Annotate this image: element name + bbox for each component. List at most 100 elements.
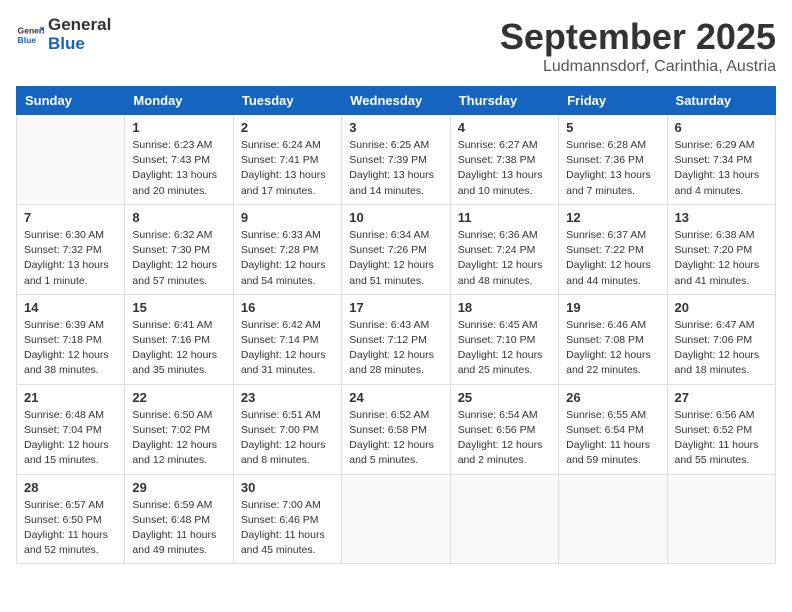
day-number: 24 [349,390,442,405]
day-number: 18 [458,300,551,315]
day-number: 25 [458,390,551,405]
day-number: 27 [675,390,768,405]
calendar-cell: 4 Sunrise: 6:27 AM Sunset: 7:38 PM Daylig… [450,115,558,205]
day-number: 14 [24,300,117,315]
day-number: 13 [675,210,768,225]
day-info: Sunrise: 6:33 AM Sunset: 7:28 PM Dayligh… [241,228,334,289]
day-info: Sunrise: 6:50 AM Sunset: 7:02 PM Dayligh… [132,408,225,469]
day-info: Sunrise: 6:59 AM Sunset: 6:48 PM Dayligh… [132,498,225,559]
col-header-wednesday: Wednesday [342,87,450,115]
day-number: 17 [349,300,442,315]
calendar-cell: 5Sunrise: 6:28 AM Sunset: 7:36 PM Daylig… [559,115,667,205]
calendar: SundayMondayTuesdayWednesdayThursdayFrid… [16,86,776,564]
calendar-cell: 24 Sunrise: 6:52 AM Sunset: 6:58 PM Dayli… [342,384,450,474]
day-info: Sunrise: 6:57 AM Sunset: 6:50 PM Dayligh… [24,498,117,559]
calendar-cell: 6Sunrise: 6:29 AM Sunset: 7:34 PM Daylig… [667,115,775,205]
day-number: 9 [241,210,334,225]
calendar-cell: 21 Sunrise: 6:48 AM Sunset: 7:04 PM Dayli… [17,384,125,474]
logo-icon: General Blue [16,21,44,49]
day-number: 5 [566,120,659,135]
location-title: Ludmannsdorf, Carinthia, Austria [500,58,776,76]
day-info: Sunrise: 6:37 AM Sunset: 7:22 PM Dayligh… [566,228,659,289]
day-info: Sunrise: 6:25 AM Sunset: 7:39 PM Dayligh… [349,138,442,199]
day-number: 29 [132,480,225,495]
col-header-sunday: Sunday [17,87,125,115]
day-number: 8 [132,210,225,225]
col-header-tuesday: Tuesday [233,87,341,115]
calendar-cell: 3 Sunrise: 6:25 AM Sunset: 7:39 PM Daylig… [342,115,450,205]
calendar-cell: 30Sunrise: 7:00 AM Sunset: 6:46 PM Dayli… [233,474,341,564]
day-number: 11 [458,210,551,225]
day-info: Sunrise: 6:55 AM Sunset: 6:54 PM Dayligh… [566,408,659,469]
day-number: 23 [241,390,334,405]
calendar-header-row: SundayMondayTuesdayWednesdayThursdayFrid… [17,87,776,115]
calendar-cell: 28 Sunrise: 6:57 AM Sunset: 6:50 PM Dayli… [17,474,125,564]
calendar-week-row: 14 Sunrise: 6:39 AM Sunset: 7:18 PM Dayli… [17,294,776,384]
calendar-cell: 9 Sunrise: 6:33 AM Sunset: 7:28 PM Daylig… [233,204,341,294]
calendar-cell: 12 Sunrise: 6:37 AM Sunset: 7:22 PM Dayli… [559,204,667,294]
calendar-cell: 8 Sunrise: 6:32 AM Sunset: 7:30 PM Daylig… [125,204,233,294]
day-info: Sunrise: 6:45 AM Sunset: 7:10 PM Dayligh… [458,318,551,379]
calendar-week-row: 21 Sunrise: 6:48 AM Sunset: 7:04 PM Dayli… [17,384,776,474]
day-number: 6 [675,120,768,135]
day-number: 20 [675,300,768,315]
title-area: September 2025 Ludmannsdorf, Carinthia, … [500,16,776,76]
calendar-cell: 20 Sunrise: 6:47 AM Sunset: 7:06 PM Dayli… [667,294,775,384]
day-info: Sunrise: 6:32 AM Sunset: 7:30 PM Dayligh… [132,228,225,289]
day-info: Sunrise: 6:23 AM Sunset: 7:43 PM Dayligh… [132,138,225,199]
col-header-thursday: Thursday [450,87,558,115]
day-number: 10 [349,210,442,225]
day-info: Sunrise: 6:34 AM Sunset: 7:26 PM Dayligh… [349,228,442,289]
day-number: 12 [566,210,659,225]
calendar-cell: 2 Sunrise: 6:24 AM Sunset: 7:41 PM Daylig… [233,115,341,205]
day-number: 26 [566,390,659,405]
calendar-week-row: 7Sunrise: 6:30 AM Sunset: 7:32 PM Daylig… [17,204,776,294]
day-info: Sunrise: 6:52 AM Sunset: 6:58 PM Dayligh… [349,408,442,469]
calendar-week-row: 1 Sunrise: 6:23 AM Sunset: 7:43 PM Daylig… [17,115,776,205]
calendar-cell: 16Sunrise: 6:42 AM Sunset: 7:14 PM Dayli… [233,294,341,384]
day-info: Sunrise: 6:41 AM Sunset: 7:16 PM Dayligh… [132,318,225,379]
day-number: 28 [24,480,117,495]
day-info: Sunrise: 6:30 AM Sunset: 7:32 PM Dayligh… [24,228,117,289]
day-info: Sunrise: 6:46 AM Sunset: 7:08 PM Dayligh… [566,318,659,379]
calendar-cell: 27 Sunrise: 6:56 AM Sunset: 6:52 PM Dayli… [667,384,775,474]
calendar-cell: 18 Sunrise: 6:45 AM Sunset: 7:10 PM Dayli… [450,294,558,384]
calendar-cell [342,474,450,564]
logo-blue: Blue [48,35,111,54]
calendar-cell: 25Sunrise: 6:54 AM Sunset: 6:56 PM Dayli… [450,384,558,474]
calendar-cell: 7Sunrise: 6:30 AM Sunset: 7:32 PM Daylig… [17,204,125,294]
calendar-cell: 19Sunrise: 6:46 AM Sunset: 7:08 PM Dayli… [559,294,667,384]
day-info: Sunrise: 6:43 AM Sunset: 7:12 PM Dayligh… [349,318,442,379]
calendar-week-row: 28 Sunrise: 6:57 AM Sunset: 6:50 PM Dayli… [17,474,776,564]
day-number: 3 [349,120,442,135]
day-info: Sunrise: 6:38 AM Sunset: 7:20 PM Dayligh… [675,228,768,289]
month-title: September 2025 [500,16,776,58]
col-header-friday: Friday [559,87,667,115]
day-info: Sunrise: 6:24 AM Sunset: 7:41 PM Dayligh… [241,138,334,199]
calendar-cell: 14 Sunrise: 6:39 AM Sunset: 7:18 PM Dayli… [17,294,125,384]
calendar-cell [559,474,667,564]
calendar-cell: 13 Sunrise: 6:38 AM Sunset: 7:20 PM Dayli… [667,204,775,294]
day-number: 1 [132,120,225,135]
day-info: Sunrise: 6:47 AM Sunset: 7:06 PM Dayligh… [675,318,768,379]
day-info: Sunrise: 6:56 AM Sunset: 6:52 PM Dayligh… [675,408,768,469]
day-number: 2 [241,120,334,135]
col-header-monday: Monday [125,87,233,115]
calendar-cell [450,474,558,564]
calendar-cell: 10 Sunrise: 6:34 AM Sunset: 7:26 PM Dayli… [342,204,450,294]
day-info: Sunrise: 7:00 AM Sunset: 6:46 PM Dayligh… [241,498,334,559]
calendar-cell: 17 Sunrise: 6:43 AM Sunset: 7:12 PM Dayli… [342,294,450,384]
col-header-saturday: Saturday [667,87,775,115]
day-info: Sunrise: 6:36 AM Sunset: 7:24 PM Dayligh… [458,228,551,289]
logo-general: General [48,16,111,35]
day-info: Sunrise: 6:39 AM Sunset: 7:18 PM Dayligh… [24,318,117,379]
calendar-cell: 1 Sunrise: 6:23 AM Sunset: 7:43 PM Daylig… [125,115,233,205]
day-number: 21 [24,390,117,405]
calendar-cell: 11 Sunrise: 6:36 AM Sunset: 7:24 PM Dayli… [450,204,558,294]
day-number: 15 [132,300,225,315]
day-info: Sunrise: 6:48 AM Sunset: 7:04 PM Dayligh… [24,408,117,469]
calendar-cell [667,474,775,564]
day-info: Sunrise: 6:42 AM Sunset: 7:14 PM Dayligh… [241,318,334,379]
day-number: 4 [458,120,551,135]
day-info: Sunrise: 6:27 AM Sunset: 7:38 PM Dayligh… [458,138,551,199]
